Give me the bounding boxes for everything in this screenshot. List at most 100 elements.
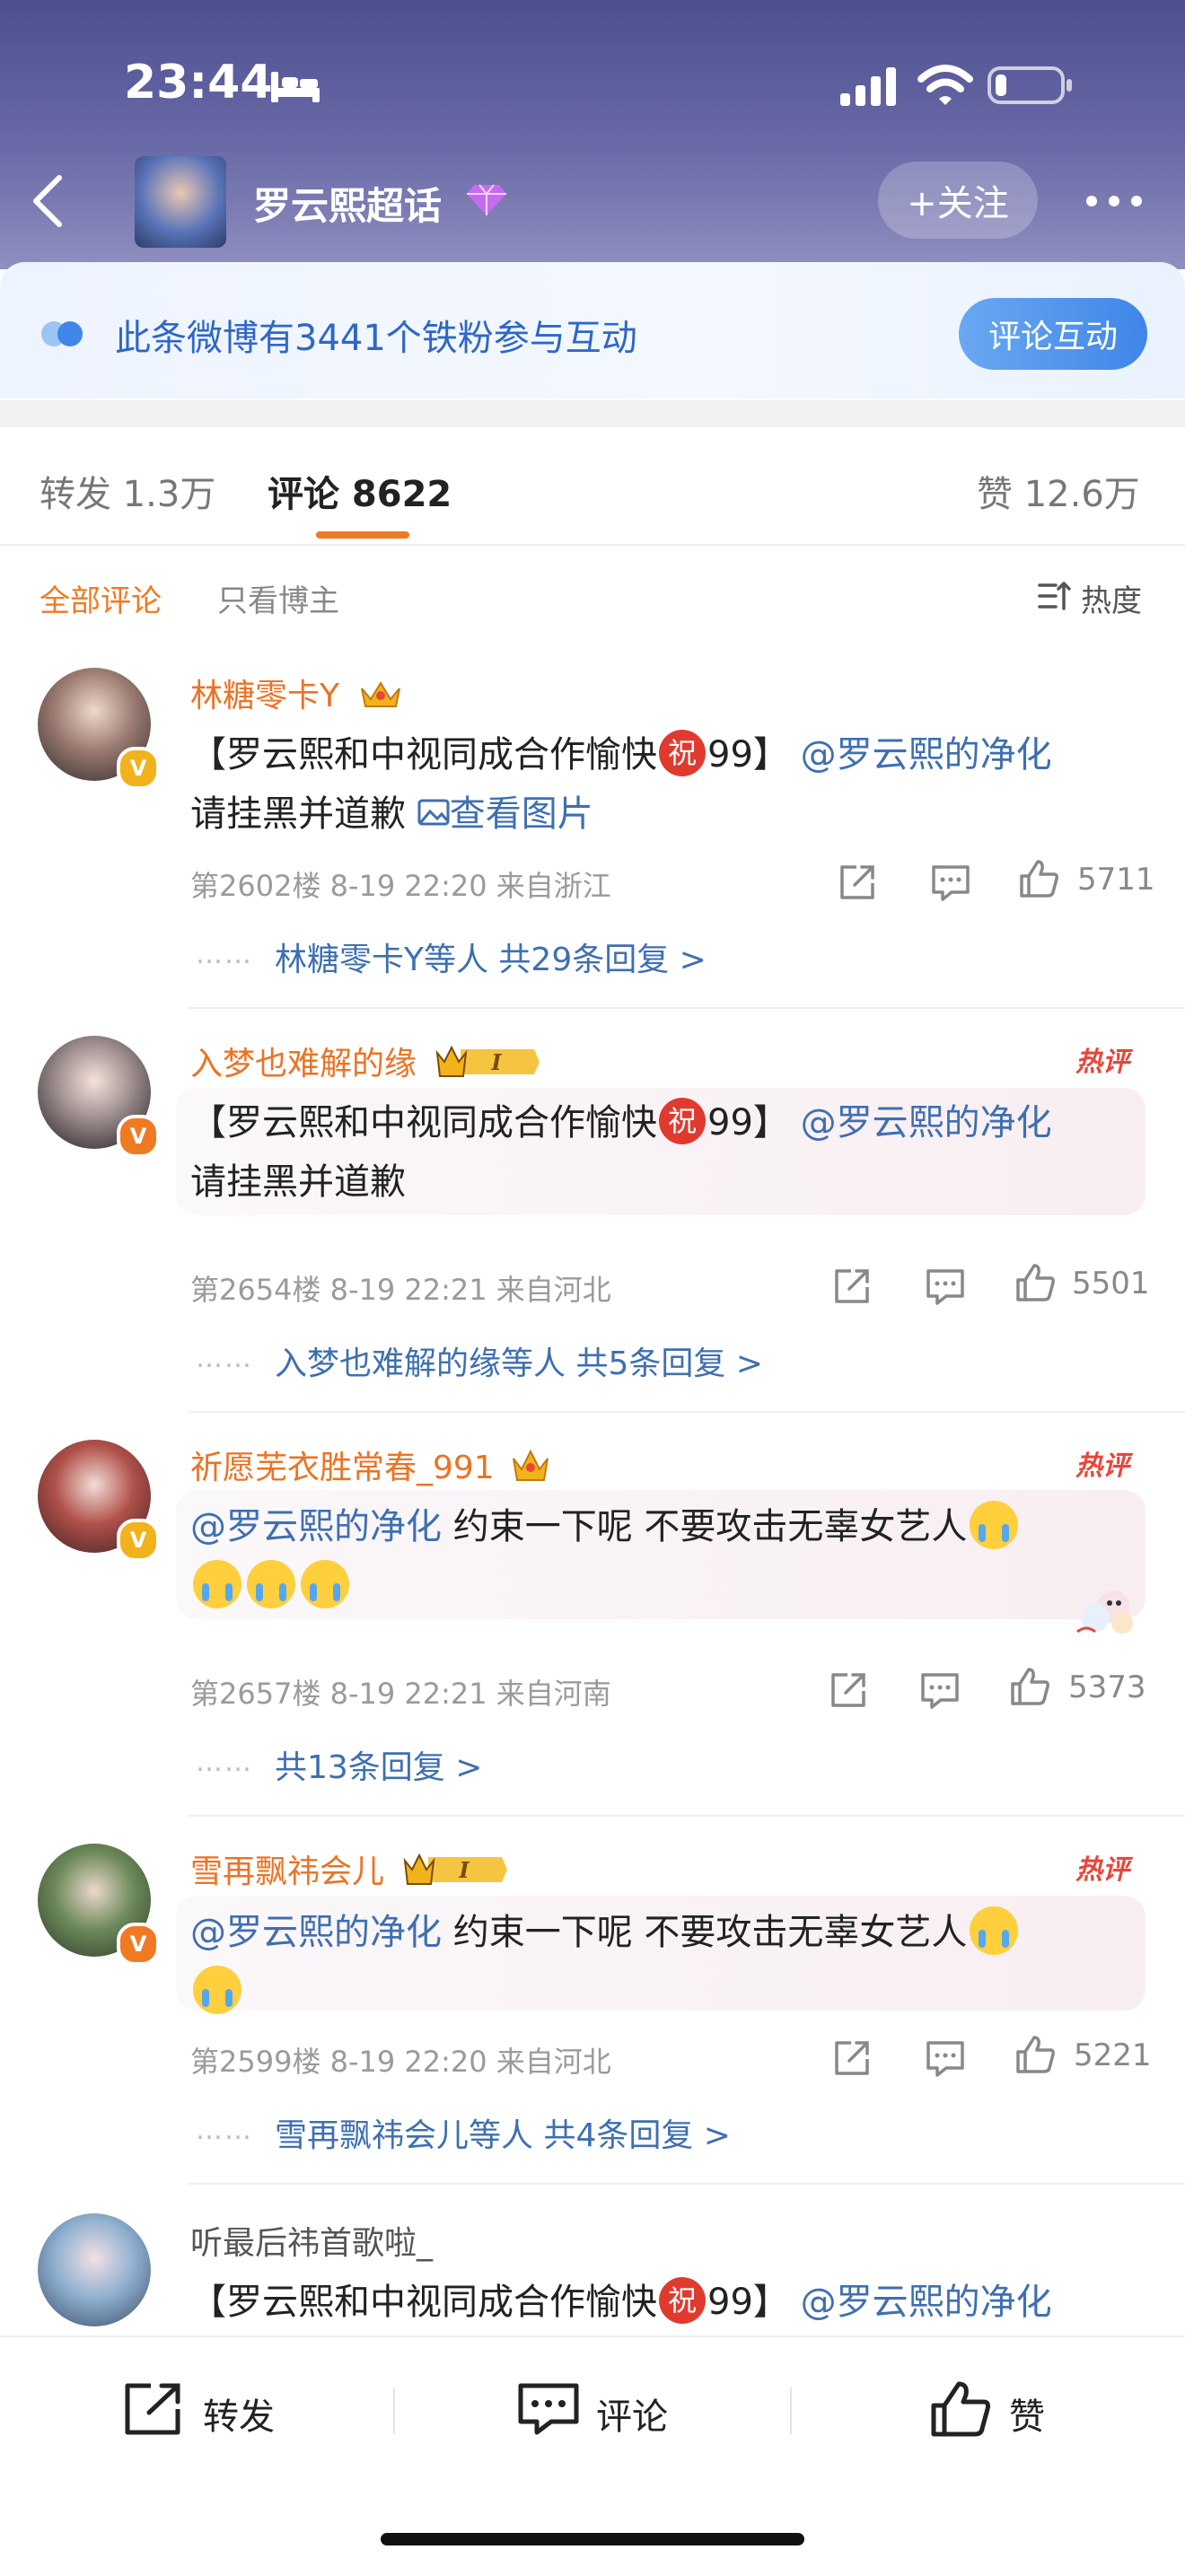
divider — [189, 1815, 1185, 1817]
page-title[interactable]: 罗云熙超话 — [253, 176, 442, 231]
like-icon[interactable] — [1018, 858, 1059, 899]
tab-forward[interactable]: 转发 1.3万 — [40, 465, 215, 517]
section-separator — [0, 400, 1185, 427]
bed-icon — [271, 72, 320, 102]
reply-thread-link[interactable]: 共13条回复 > — [275, 1741, 482, 1788]
fan-level-badge-icon: I — [404, 1853, 508, 1885]
follow-button[interactable]: +关注 — [878, 162, 1038, 239]
more-icon[interactable] — [1083, 183, 1146, 219]
fan-level-badge-icon: I — [436, 1045, 540, 1077]
sort-icon[interactable] — [1036, 578, 1072, 614]
mention-link[interactable]: @罗云熙的净化 — [190, 1506, 442, 1547]
like-count: 5711 — [1077, 862, 1155, 898]
reply-thread-link[interactable]: 入梦也难解的缘等人 共5条回复 > — [275, 1337, 763, 1384]
commenter-name-text[interactable]: 入梦也难解的缘 — [190, 1046, 417, 1082]
comment-interact-button[interactable]: 评论互动 — [959, 298, 1147, 370]
verified-badge: V — [117, 1115, 160, 1158]
bottom-bar-separator — [790, 2388, 792, 2434]
like-count: 5373 — [1068, 1669, 1146, 1705]
crying-emoji-icon — [193, 1560, 241, 1608]
comment-meta: 第2654楼 8-19 22:21 来自河北 — [190, 1273, 611, 1307]
comment-text: @罗云熙的净化 约束一下呢 不要攻击无辜女艺人 — [190, 1497, 1142, 1616]
active-tab-indicator — [316, 531, 409, 539]
svg-text:I: I — [459, 1857, 470, 1883]
like-icon[interactable] — [1014, 2034, 1056, 2075]
home-indicator — [381, 2533, 804, 2545]
avatar[interactable] — [38, 2213, 151, 2326]
divider — [189, 1411, 1185, 1413]
commenter-name[interactable]: 林糖零卡Y — [190, 670, 405, 716]
status-time: 23:44 — [124, 56, 273, 110]
battery-icon — [988, 66, 1072, 104]
comment-text: 【罗云熙和中视同成合作愉快祝 99】 @罗云熙的净化 请挂黑并道歉 — [190, 1093, 1142, 1212]
like-button[interactable]: 赞 — [1009, 2388, 1045, 2440]
wifi-icon — [917, 65, 973, 105]
crying-emoji-icon — [970, 1906, 1019, 1955]
reply-thread-link[interactable]: 雪再飘祎会儿等人 共4条回复 > — [275, 2109, 731, 2156]
commenter-name-text[interactable]: 祈愿芜衣胜常春_991 — [190, 1450, 495, 1486]
tab-likes[interactable]: 赞 12.6万 — [977, 465, 1140, 517]
commenter-name[interactable]: 听最后祎首歌啦_ — [190, 2217, 433, 2264]
reply-dots: …… — [196, 1747, 253, 1778]
mention-link[interactable]: @罗云熙的净化 — [801, 2282, 1052, 2323]
supertopic-avatar[interactable] — [135, 156, 226, 248]
fans-icon — [41, 321, 83, 346]
verified-badge: V — [117, 1923, 160, 1966]
comment-text: 【罗云熙和中视同成合作愉快祝 99】 @罗云熙的净化 — [190, 2273, 1142, 2332]
mention-link[interactable]: @罗云熙的净化 — [801, 1102, 1052, 1143]
comment-icon[interactable] — [517, 2380, 580, 2438]
zhu-icon: 祝 — [659, 1098, 706, 1144]
view-image-link[interactable]: 查看图片 — [417, 793, 593, 835]
comment-button[interactable]: 评论 — [596, 2388, 668, 2440]
commenter-name[interactable]: 祈愿芜衣胜常春_991 — [190, 1441, 551, 1489]
reply-icon[interactable] — [919, 1669, 961, 1711]
share-icon[interactable] — [831, 2037, 873, 2079]
zhu-icon: 祝 — [659, 2277, 706, 2324]
image-icon — [417, 799, 450, 826]
forward-button[interactable]: 转发 — [203, 2388, 275, 2440]
diamond-icon — [467, 184, 506, 215]
reply-icon[interactable] — [925, 2037, 966, 2079]
filter-owner-only[interactable]: 只看博主 — [217, 576, 339, 620]
reply-dots: …… — [196, 2115, 253, 2146]
mention-link[interactable]: @罗云熙的净化 — [801, 734, 1052, 775]
commenter-name-text[interactable]: 林糖零卡Y — [190, 678, 339, 714]
bottom-bar-separator — [393, 2388, 395, 2434]
crying-emoji-icon — [193, 1966, 241, 2014]
reply-icon[interactable] — [925, 1266, 966, 1307]
share-icon[interactable] — [828, 1669, 869, 1711]
like-icon[interactable] — [1009, 1666, 1050, 1707]
zhu-icon: 祝 — [659, 730, 706, 776]
share-icon[interactable] — [837, 862, 878, 903]
like-icon[interactable] — [1014, 1262, 1056, 1303]
divider — [189, 1007, 1185, 1009]
divider — [189, 2183, 1185, 2185]
crown-badge-icon — [513, 1449, 549, 1481]
hot-comment-tag: 热评 — [1075, 1047, 1129, 1078]
share-icon[interactable] — [831, 1266, 873, 1307]
commenter-name-text[interactable]: 雪再飘祎会儿 — [190, 1853, 384, 1890]
svg-text:I: I — [491, 1049, 503, 1075]
comment-text: @罗云熙的净化 约束一下呢 不要攻击无辜女艺人 — [190, 1903, 1142, 2021]
reply-dots: …… — [196, 939, 253, 970]
comment-text: 【罗云熙和中视同成合作愉快祝 99】 @罗云熙的净化 请挂黑并道歉 查看图片 — [190, 725, 1142, 844]
sort-label[interactable]: 热度 — [1081, 576, 1142, 620]
sticker-decoration-icon — [1076, 1590, 1133, 1634]
reply-icon[interactable] — [930, 862, 971, 903]
tab-comments[interactable]: 评论 8622 — [268, 465, 452, 517]
comment-meta: 第2599楼 8-19 22:20 来自河北 — [190, 2045, 611, 2079]
back-icon[interactable] — [23, 172, 74, 230]
commenter-name[interactable]: 雪再飘祎会儿 I — [190, 1845, 509, 1893]
reply-thread-link[interactable]: 林糖零卡Y等人 共29条回复 > — [275, 933, 707, 980]
forward-icon[interactable] — [122, 2380, 185, 2438]
crying-emoji-icon — [301, 1560, 349, 1608]
verified-badge: V — [117, 1519, 160, 1562]
fans-banner-text: 此条微博有3441个铁粉参与互动 — [115, 318, 637, 359]
reply-dots: …… — [196, 1343, 253, 1374]
filter-all-comments[interactable]: 全部评论 — [40, 576, 162, 620]
like-count: 5221 — [1074, 2037, 1152, 2073]
mention-link[interactable]: @罗云熙的净化 — [190, 1912, 442, 1953]
like-thumb-icon[interactable] — [930, 2380, 993, 2438]
commenter-name[interactable]: 入梦也难解的缘 I — [190, 1038, 541, 1085]
comment-meta: 第2657楼 8-19 22:21 来自河南 — [190, 1677, 611, 1711]
